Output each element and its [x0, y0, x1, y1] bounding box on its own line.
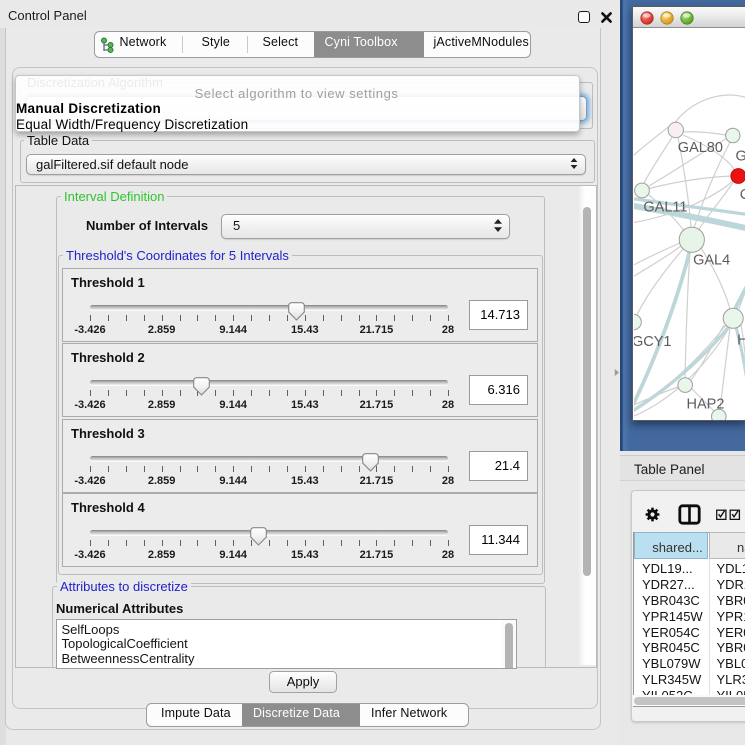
svg-text:GAL80: GAL80 — [678, 140, 723, 156]
svg-text:GAL11: GAL11 — [643, 200, 687, 216]
svg-text:C: C — [740, 187, 745, 203]
svg-text:GCY1: GCY1 — [634, 334, 672, 350]
svg-text:GAL4: GAL4 — [693, 253, 730, 269]
svg-text:HAP2: HAP2 — [687, 397, 725, 413]
svg-text:H: H — [737, 333, 745, 349]
svg-text:GA: GA — [736, 148, 745, 164]
